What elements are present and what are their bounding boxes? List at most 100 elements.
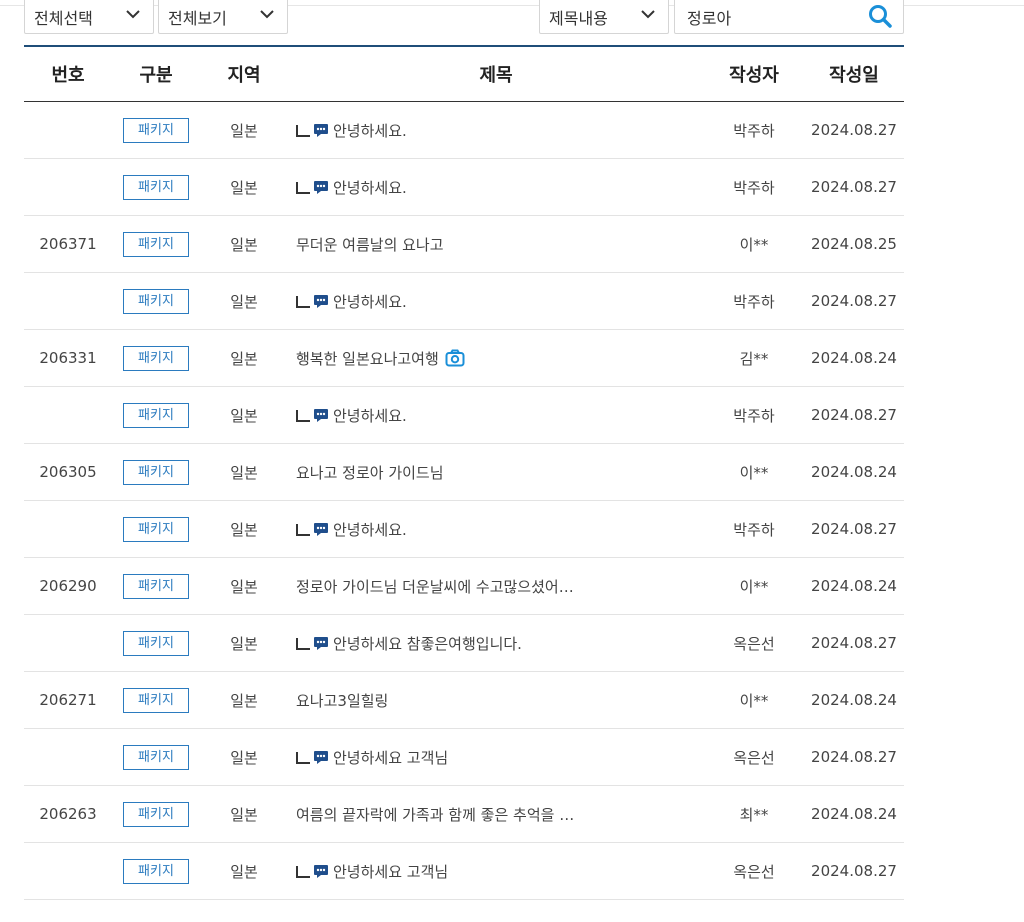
- post-title-link[interactable]: 여름의 끝자락에 가족과 함께 좋은 추억을 …: [296, 806, 574, 824]
- category-cell: 패키지: [112, 443, 200, 501]
- post-title-link[interactable]: 안녕하세요 고객님: [333, 863, 448, 881]
- board-table: 번호 구분 지역 제목 작성자 작성일 패키지 일본 안녕하세요. 박주하 2024.0…: [24, 45, 904, 900]
- header-region: 지역: [200, 45, 288, 102]
- date-cell: 2024.08.27: [804, 386, 904, 444]
- table-row[interactable]: 패키지 일본 안녕하세요. 박주하 2024.08.27: [24, 386, 904, 444]
- chat-bubble-icon: [314, 294, 328, 308]
- post-title-link[interactable]: 정로아 가이드님 더운날씨에 수고많으셨어…: [296, 578, 574, 596]
- author-cell: 이**: [704, 215, 804, 273]
- region-cell: 일본: [200, 443, 288, 501]
- table-row[interactable]: 패키지 일본 안녕하세요 고객님 옥은선 2024.08.27: [24, 842, 904, 900]
- title-cell: 안녕하세요.: [288, 272, 704, 330]
- author-cell: 최**: [704, 785, 804, 843]
- date-cell: 2024.08.24: [804, 329, 904, 387]
- table-row[interactable]: 패키지 일본 안녕하세요. 박주하 2024.08.27: [24, 272, 904, 330]
- category-badge[interactable]: 패키지: [123, 117, 189, 143]
- date-cell: 2024.08.24: [804, 443, 904, 501]
- header-date: 작성일: [804, 45, 904, 102]
- view-all-dropdown[interactable]: 전체보기: [158, 0, 288, 34]
- table-row[interactable]: 패키지 일본 안녕하세요 고객님 옥은선 2024.08.27: [24, 728, 904, 786]
- category-badge[interactable]: 패키지: [123, 402, 189, 428]
- region-cell: 일본: [200, 671, 288, 729]
- date-cell: 2024.08.27: [804, 614, 904, 672]
- post-number: 206305: [24, 443, 112, 501]
- table-row[interactable]: 패키지 일본 안녕하세요 참좋은여행입니다. 옥은선 2024.08.27: [24, 614, 904, 672]
- post-title-link[interactable]: 안녕하세요.: [333, 122, 407, 140]
- post-number: [24, 500, 112, 558]
- category-cell: 패키지: [112, 842, 200, 900]
- region-cell: 일본: [200, 215, 288, 273]
- category-badge[interactable]: 패키지: [123, 687, 189, 713]
- category-badge[interactable]: 패키지: [123, 516, 189, 542]
- title-cell: 안녕하세요 고객님: [288, 842, 704, 900]
- chat-bubble-icon: [314, 522, 328, 536]
- post-title-link[interactable]: 요나고3일힐링: [296, 692, 388, 710]
- table-row[interactable]: 206290 패키지 일본 정로아 가이드님 더운날씨에 수고많으셨어… 이** 2024…: [24, 557, 904, 615]
- table-row[interactable]: 패키지 일본 안녕하세요. 박주하 2024.08.27: [24, 158, 904, 216]
- post-title-link[interactable]: 요나고 정로아 가이드님: [296, 464, 444, 482]
- table-row[interactable]: 패키지 일본 안녕하세요. 박주하 2024.08.27: [24, 500, 904, 558]
- category-badge[interactable]: 패키지: [123, 231, 189, 257]
- post-title-link[interactable]: 행복한 일본요나고여행: [296, 350, 439, 368]
- search-icon[interactable]: [867, 3, 893, 29]
- chat-bubble-icon: [314, 123, 328, 137]
- post-number: 206290: [24, 557, 112, 615]
- select-all-label: 전체선택: [34, 9, 93, 28]
- table-row[interactable]: 206271 패키지 일본 요나고3일힐링 이** 2024.08.24: [24, 671, 904, 729]
- header-number: 번호: [24, 45, 112, 102]
- reply-arrow-icon: [296, 295, 310, 308]
- category-cell: 패키지: [112, 728, 200, 786]
- table-row[interactable]: 패키지 일본 안녕하세요. 박주하 2024.08.27: [24, 101, 904, 159]
- title-cell: 행복한 일본요나고여행: [288, 329, 704, 387]
- header-author: 작성자: [704, 45, 804, 102]
- title-cell: 안녕하세요 고객님: [288, 728, 704, 786]
- post-number: [24, 614, 112, 672]
- post-number: 206371: [24, 215, 112, 273]
- post-number: [24, 158, 112, 216]
- post-number: [24, 101, 112, 159]
- category-cell: 패키지: [112, 215, 200, 273]
- search-field-dropdown[interactable]: 제목내용: [539, 0, 669, 34]
- title-cell: 요나고 정로아 가이드님: [288, 443, 704, 501]
- category-badge[interactable]: 패키지: [123, 288, 189, 314]
- table-row[interactable]: 206331 패키지 일본 행복한 일본요나고여행 김** 2024.08.24: [24, 329, 904, 387]
- search-input[interactable]: [685, 4, 859, 30]
- post-title-link[interactable]: 안녕하세요.: [333, 179, 407, 197]
- region-cell: 일본: [200, 386, 288, 444]
- select-all-dropdown[interactable]: 전체선택: [24, 0, 154, 34]
- author-cell: 옥은선: [704, 614, 804, 672]
- post-title-link[interactable]: 안녕하세요.: [333, 407, 407, 425]
- table-row[interactable]: 206263 패키지 일본 여름의 끝자락에 가족과 함께 좋은 추억을 … 최** 20…: [24, 785, 904, 843]
- date-cell: 2024.08.24: [804, 785, 904, 843]
- title-cell: 안녕하세요 참좋은여행입니다.: [288, 614, 704, 672]
- post-title-link[interactable]: 무더운 여름날의 요나고: [296, 236, 444, 254]
- category-badge[interactable]: 패키지: [123, 174, 189, 200]
- category-badge[interactable]: 패키지: [123, 801, 189, 827]
- table-row[interactable]: 206305 패키지 일본 요나고 정로아 가이드님 이** 2024.08.24: [24, 443, 904, 501]
- category-badge[interactable]: 패키지: [123, 858, 189, 884]
- search-box: [674, 0, 904, 34]
- reply-arrow-icon: [296, 124, 310, 137]
- post-title-link[interactable]: 안녕하세요.: [333, 521, 407, 539]
- reply-arrow-icon: [296, 637, 310, 650]
- post-title-link[interactable]: 안녕하세요.: [333, 293, 407, 311]
- author-cell: 박주하: [704, 101, 804, 159]
- category-badge[interactable]: 패키지: [123, 573, 189, 599]
- region-cell: 일본: [200, 785, 288, 843]
- reply-arrow-icon: [296, 181, 310, 194]
- post-number: 206263: [24, 785, 112, 843]
- category-badge[interactable]: 패키지: [123, 345, 189, 371]
- title-cell: 안녕하세요.: [288, 158, 704, 216]
- category-badge[interactable]: 패키지: [123, 630, 189, 656]
- category-cell: 패키지: [112, 785, 200, 843]
- date-cell: 2024.08.27: [804, 101, 904, 159]
- category-badge[interactable]: 패키지: [123, 744, 189, 770]
- chat-bubble-icon: [314, 180, 328, 194]
- table-row[interactable]: 206371 패키지 일본 무더운 여름날의 요나고 이** 2024.08.25: [24, 215, 904, 273]
- date-cell: 2024.08.24: [804, 671, 904, 729]
- reply-arrow-icon: [296, 751, 310, 764]
- post-title-link[interactable]: 안녕하세요 고객님: [333, 749, 448, 767]
- post-title-link[interactable]: 안녕하세요 참좋은여행입니다.: [333, 635, 522, 653]
- category-badge[interactable]: 패키지: [123, 459, 189, 485]
- date-cell: 2024.08.24: [804, 557, 904, 615]
